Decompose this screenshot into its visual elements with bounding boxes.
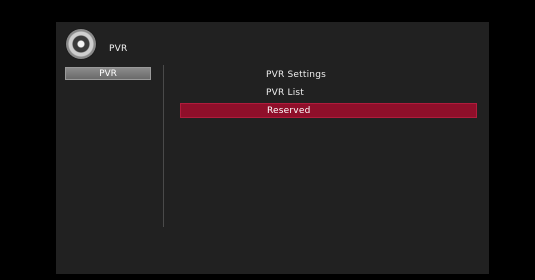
menu-screen: PVR PVR PVR Settings PVR List Reserved bbox=[56, 22, 489, 274]
menu-item-reserved[interactable]: Reserved bbox=[180, 103, 477, 118]
vertical-divider bbox=[163, 65, 164, 227]
page-title: PVR bbox=[109, 44, 128, 54]
main-menu-list: PVR Settings PVR List Reserved bbox=[180, 67, 477, 121]
menu-item-pvr-settings[interactable]: PVR Settings bbox=[180, 67, 477, 82]
menu-item-pvr-list[interactable]: PVR List bbox=[180, 85, 477, 100]
left-menu-item-pvr[interactable]: PVR bbox=[65, 67, 151, 80]
disc-logo-icon bbox=[66, 29, 96, 59]
